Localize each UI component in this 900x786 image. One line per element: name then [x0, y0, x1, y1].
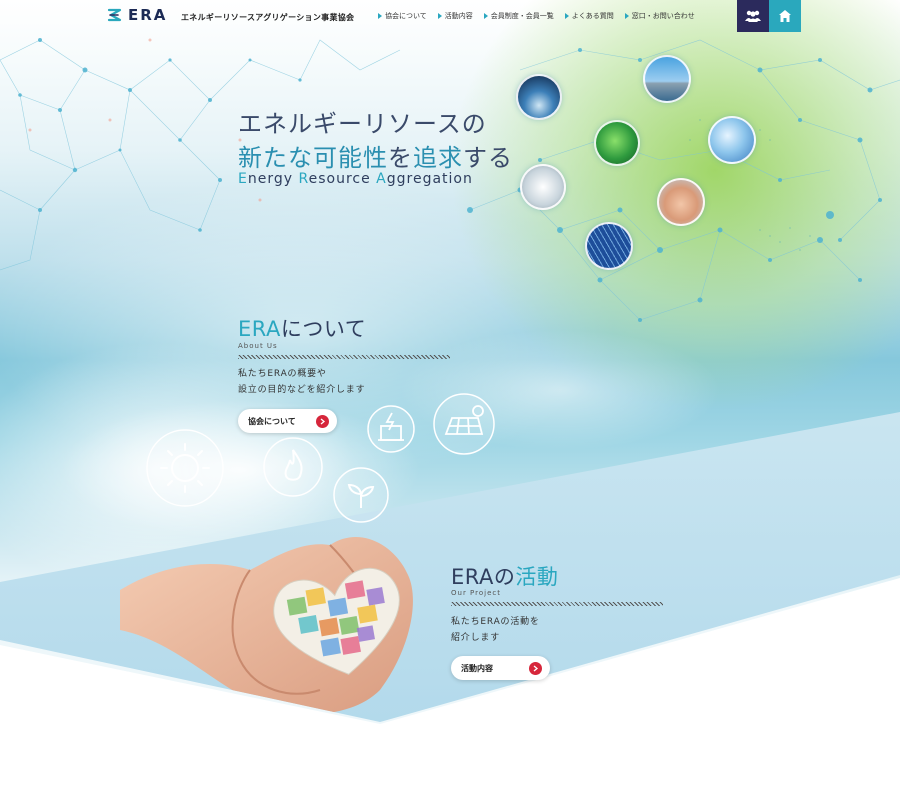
- project-title-suffix: 活動: [515, 565, 559, 589]
- project-title-prefix: ERAの: [451, 565, 516, 589]
- hands-heart-image: [120, 536, 413, 714]
- project-desc-line: 紹介します: [451, 633, 501, 643]
- project-divider: [451, 602, 663, 606]
- project-desc-line: 私たちERAの活動を: [451, 617, 540, 627]
- project-subtitle: Our Project: [451, 589, 501, 597]
- arrow-right-icon: [529, 661, 542, 675]
- project-title: ERAの活動: [451, 561, 558, 591]
- project-button-label: 活動内容: [461, 663, 493, 673]
- project-description: 私たちERAの活動を 紹介します: [451, 614, 540, 646]
- project-button[interactable]: 活動内容: [451, 656, 550, 680]
